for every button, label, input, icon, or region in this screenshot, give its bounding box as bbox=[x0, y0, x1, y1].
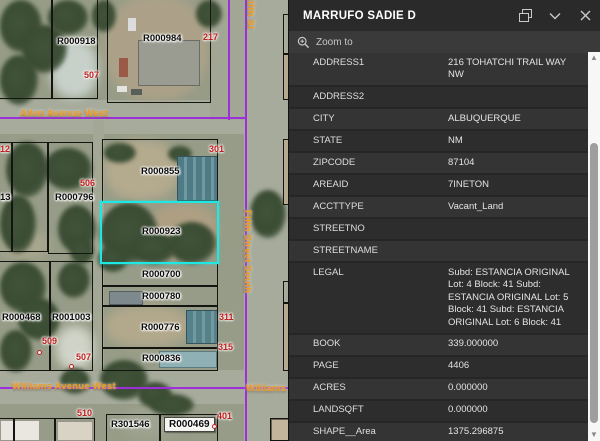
popup-panel: MARRUFO SADIE D Zoom to ADDRESS1216 TOHA… bbox=[288, 0, 600, 441]
scrollbar-thumb[interactable] bbox=[590, 143, 598, 423]
attribute-value: 216 TOHATCHI TRAIL WAY NW bbox=[448, 57, 588, 82]
attribute-row: STREETNAME bbox=[289, 241, 588, 263]
attribute-value: Vacant_Land bbox=[448, 201, 588, 214]
attribute-row: SHAPE__Area1375.296875 bbox=[289, 423, 588, 441]
address-number: 509 bbox=[42, 336, 57, 346]
parcel-label: R001003 bbox=[52, 312, 91, 323]
attribute-row: LANDSQFT0.000000 bbox=[289, 401, 588, 423]
attribute-label: ADDRESS2 bbox=[289, 91, 448, 102]
scroll-down-icon[interactable]: ▼ bbox=[588, 429, 600, 441]
attribute-row: LEGALSubd: ESTANCIA ORIGINAL Lot: 4 Bloc… bbox=[289, 263, 588, 335]
attribute-label: ACRES bbox=[289, 382, 448, 393]
street-label: Williams Avenue West bbox=[12, 381, 116, 392]
address-number: 12 bbox=[0, 144, 10, 154]
parcel-label: R000984 bbox=[143, 33, 182, 44]
attribute-label: LANDSQFT bbox=[289, 404, 448, 415]
attribute-row: CITYALBUQUERQUE bbox=[289, 109, 588, 131]
attribute-value: 1375.296875 bbox=[448, 426, 588, 439]
attribute-value: NM bbox=[448, 135, 588, 148]
street-label: Fifth Street South bbox=[242, 210, 253, 293]
popup-header: MARRUFO SADIE D bbox=[289, 0, 600, 31]
parcel-label: R000780 bbox=[142, 291, 181, 302]
attribute-value: 4406 bbox=[448, 360, 588, 373]
dock-icon[interactable] bbox=[510, 5, 540, 27]
attribute-value: 0.000000 bbox=[448, 382, 588, 395]
address-number: 311 bbox=[219, 312, 234, 322]
attribute-label: ACCTTYPE bbox=[289, 201, 448, 212]
attribute-row: ACRES0.000000 bbox=[289, 379, 588, 401]
zoom-in-icon bbox=[297, 36, 310, 49]
close-icon[interactable] bbox=[570, 5, 600, 27]
attribute-label: CITY bbox=[289, 113, 448, 124]
attribute-value: 7INETON bbox=[448, 179, 588, 192]
parcel-label: R000468 bbox=[2, 312, 41, 323]
attribute-label: PAGE bbox=[289, 360, 448, 371]
parcel-label: R000796 bbox=[55, 192, 94, 203]
attribute-label: STREETNO bbox=[289, 223, 448, 234]
attribute-row: ADDRESS1216 TOHATCHI TRAIL WAY NW bbox=[289, 53, 588, 87]
attribute-label: STATE bbox=[289, 135, 448, 146]
address-number: 217 bbox=[203, 32, 218, 42]
address-number: 507 bbox=[76, 352, 91, 362]
address-number: 507 bbox=[84, 70, 99, 80]
attribute-row: ADDRESS2 bbox=[289, 87, 588, 109]
parcel-label: R000918 bbox=[57, 36, 96, 47]
attribute-label: AREAID bbox=[289, 179, 448, 190]
parcel-label: R000700 bbox=[142, 269, 181, 280]
parcel-label: R000855 bbox=[141, 166, 180, 177]
attribute-row: STATENM bbox=[289, 131, 588, 153]
survey-point bbox=[212, 424, 217, 429]
attribute-label: ADDRESS1 bbox=[289, 57, 448, 68]
panel-scrollbar[interactable]: ▲ ▼ bbox=[588, 52, 600, 441]
street-label: Allen Avenue West bbox=[20, 108, 108, 119]
attribute-table: ADDRESS1216 TOHATCHI TRAIL WAY NWADDRESS… bbox=[289, 53, 588, 441]
parcel-label: R000836 bbox=[142, 353, 181, 364]
address-number: 510 bbox=[77, 408, 92, 418]
attribute-label: BOOK bbox=[289, 338, 448, 349]
attribute-value: ALBUQUERQUE bbox=[448, 113, 588, 126]
popup-title: MARRUFO SADIE D bbox=[289, 10, 510, 22]
address-number: 315 bbox=[218, 342, 233, 352]
attribute-row: AREAID7INETON bbox=[289, 175, 588, 197]
scroll-up-icon[interactable]: ▲ bbox=[588, 52, 600, 64]
attribute-label: ZIPCODE bbox=[289, 157, 448, 168]
address-number: 401 bbox=[217, 411, 232, 421]
zoom-to-label: Zoom to bbox=[316, 37, 353, 48]
map-view[interactable]: R000918 R000984 R000855 R000923 R000700 R0007… bbox=[0, 0, 288, 441]
street-label: Williams A bbox=[246, 383, 288, 394]
attribute-value: 339.000000 bbox=[448, 338, 588, 351]
parcel-label: 13 bbox=[0, 192, 11, 203]
survey-point bbox=[69, 364, 74, 369]
attribute-value: 87104 bbox=[448, 157, 588, 170]
street-label: Fifth St bbox=[245, 0, 256, 29]
parcel-label: R000923 bbox=[142, 226, 181, 237]
attribute-label: LEGAL bbox=[289, 267, 448, 278]
attribute-value: 0.000000 bbox=[448, 404, 588, 417]
attribute-row: STREETNO bbox=[289, 219, 588, 241]
parcel-label: R000776 bbox=[141, 322, 180, 333]
attribute-row: PAGE4406 bbox=[289, 357, 588, 379]
address-number: 506 bbox=[80, 178, 95, 188]
attribute-row: ZIPCODE87104 bbox=[289, 153, 588, 175]
attribute-value: Subd: ESTANCIA ORIGINAL Lot: 4 Block: 41… bbox=[448, 267, 588, 330]
attribute-label: SHAPE__Area bbox=[289, 426, 448, 437]
survey-point bbox=[37, 350, 42, 355]
app-window: R000918 R000984 R000855 R000923 R000700 R0007… bbox=[0, 0, 600, 441]
attribute-row: ACCTTYPEVacant_Land bbox=[289, 197, 588, 219]
attribute-label: STREETNAME bbox=[289, 245, 448, 256]
address-number: 301 bbox=[209, 144, 224, 154]
chevron-down-icon[interactable] bbox=[540, 5, 570, 27]
attribute-row: BOOK339.000000 bbox=[289, 335, 588, 357]
parcel-label: R301546 bbox=[111, 419, 150, 430]
zoom-to-button[interactable]: Zoom to bbox=[289, 31, 600, 53]
map-label-layer: R000918 R000984 R000855 R000923 R000700 R0007… bbox=[0, 0, 288, 441]
parcel-label: R000469 bbox=[164, 417, 215, 432]
